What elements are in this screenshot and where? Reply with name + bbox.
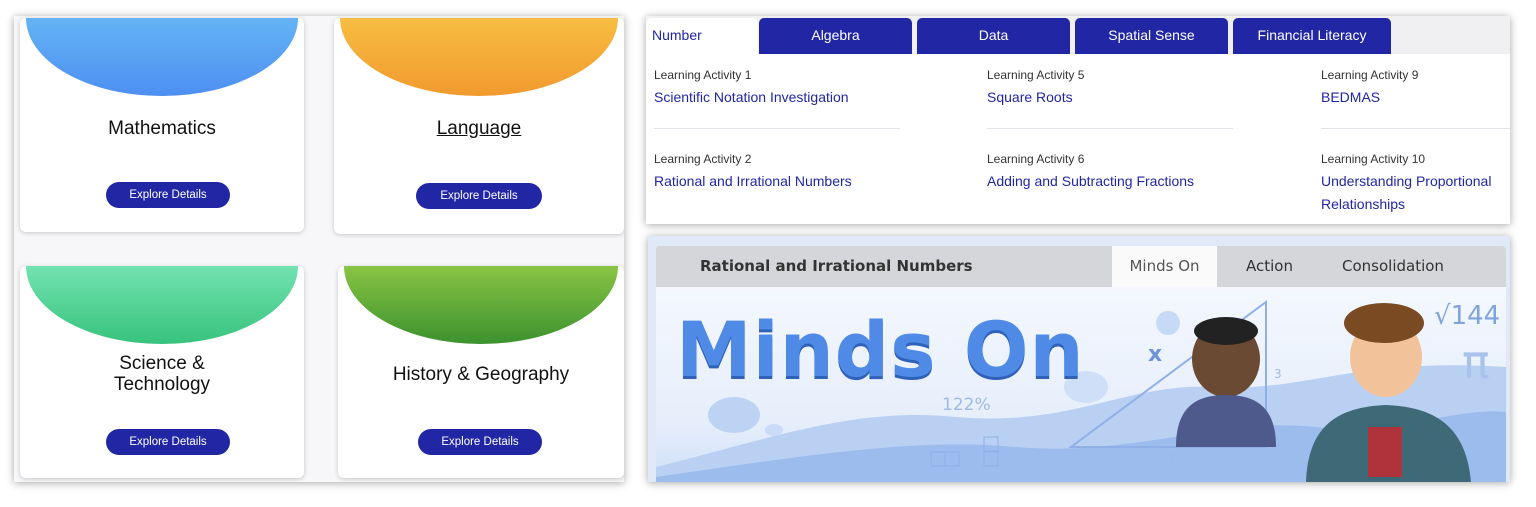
- subject-card-language[interactable]: Language Explore Details: [334, 18, 624, 234]
- tab-number[interactable]: Number: [646, 18, 758, 54]
- banner-heading: Minds On: [676, 305, 1085, 394]
- activity-item[interactable]: Learning Activity 2 Rational and Irratio…: [654, 151, 904, 193]
- activity-number-label: Learning Activity 5: [987, 68, 1085, 82]
- activity-number-label: Learning Activity 9: [1321, 68, 1419, 82]
- card-header-shape: [26, 266, 298, 344]
- divider: [1321, 128, 1510, 129]
- math-symbol: π: [1462, 335, 1490, 389]
- divider: [654, 128, 900, 129]
- subject-card-mathematics[interactable]: Mathematics Explore Details: [20, 18, 304, 232]
- tab-financial-literacy[interactable]: Financial Literacy: [1233, 18, 1391, 54]
- tab-spatial-sense[interactable]: Spatial Sense: [1075, 18, 1228, 54]
- activity-title-link[interactable]: BEDMAS: [1321, 86, 1506, 109]
- activity-number-label: Learning Activity 6: [987, 152, 1085, 166]
- activity-title-link[interactable]: Scientific Notation Investigation: [654, 86, 904, 109]
- card-title: Mathematics: [108, 118, 216, 139]
- card-title[interactable]: Language: [334, 118, 624, 139]
- tab-minds-on[interactable]: Minds On: [1112, 246, 1217, 287]
- card-header-shape: [340, 18, 618, 96]
- math-symbol: 122%: [942, 395, 991, 415]
- activity-item[interactable]: Learning Activity 10 Understanding Propo…: [1321, 151, 1506, 216]
- activity-item[interactable]: Learning Activity 5 Square Roots: [987, 67, 1237, 109]
- activity-number-label: Learning Activity 10: [1321, 152, 1426, 166]
- activity-title-link[interactable]: Adding and Subtracting Fractions: [987, 170, 1237, 193]
- math-symbol: √144: [1434, 301, 1501, 331]
- math-symbol: 4: [1166, 450, 1174, 464]
- activity-number-label: Learning Activity 1: [654, 68, 752, 82]
- explore-details-button[interactable]: Explore Details: [106, 182, 230, 208]
- card-header-shape: [26, 18, 298, 96]
- activity-title-link[interactable]: Square Roots: [987, 86, 1237, 109]
- activity-item[interactable]: Learning Activity 9 BEDMAS: [1321, 67, 1506, 109]
- divider: [987, 128, 1233, 129]
- activity-number-label: Learning Activity 2: [654, 152, 752, 166]
- subjects-panel: Mathematics Explore Details Language Exp…: [14, 16, 624, 482]
- lesson-panel: Rational and Irrational Numbers Minds On…: [648, 236, 1510, 482]
- tab-consolidation[interactable]: Consolidation: [1342, 246, 1444, 287]
- lesson-header: Rational and Irrational Numbers Minds On…: [656, 246, 1506, 287]
- tab-data[interactable]: Data: [917, 18, 1070, 54]
- minds-on-banner: Minds On x 122% 3 4 √144 π: [656, 287, 1506, 482]
- activity-item[interactable]: Learning Activity 1 Scientific Notation …: [654, 67, 904, 109]
- explore-details-button[interactable]: Explore Details: [416, 183, 542, 209]
- math-symbol: x: [1148, 342, 1163, 367]
- card-title: Science & Technology: [113, 353, 211, 395]
- math-symbol: 3: [1274, 367, 1282, 381]
- explore-details-button[interactable]: Explore Details: [106, 429, 230, 455]
- activity-title-link[interactable]: Rational and Irrational Numbers: [654, 170, 904, 193]
- lesson-title: Rational and Irrational Numbers: [700, 257, 973, 275]
- tab-action[interactable]: Action: [1246, 246, 1293, 287]
- explore-details-button[interactable]: Explore Details: [418, 429, 542, 455]
- activity-title-link[interactable]: Understanding Proportional Relationships: [1321, 170, 1506, 216]
- subject-card-history-geography[interactable]: History & Geography Explore Details: [338, 266, 624, 478]
- card-header-shape: [344, 266, 618, 344]
- subject-card-science-technology[interactable]: Science & Technology Explore Details: [20, 266, 304, 478]
- activity-item[interactable]: Learning Activity 6 Adding and Subtracti…: [987, 151, 1237, 193]
- card-title: History & Geography: [392, 364, 570, 385]
- tab-algebra[interactable]: Algebra: [759, 18, 912, 54]
- learning-activities-panel: Number Algebra Data Spatial Sense Financ…: [646, 16, 1510, 224]
